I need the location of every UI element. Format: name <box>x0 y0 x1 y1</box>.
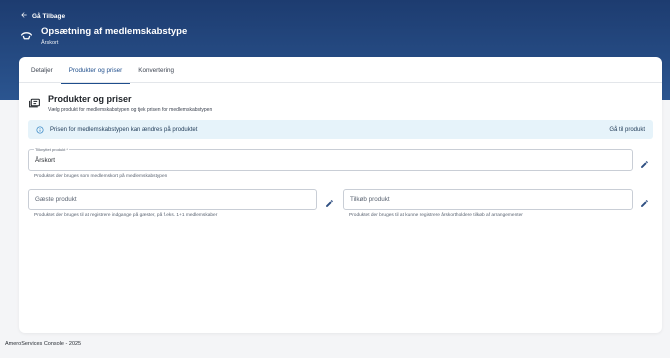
back-label: Gå Tilbage <box>32 12 66 20</box>
tab-bar: Detaljer Produkter og priser Konverterin… <box>19 57 662 84</box>
addon-product-help: Produktet der bruges til at kunne regist… <box>349 213 523 218</box>
section-subtitle: Vælg produkt for medlemskabstypen og tje… <box>48 107 213 113</box>
linked-product-value: Årskort <box>35 156 55 164</box>
products-stack-icon <box>28 94 41 114</box>
footer-text: AmeroServices Console - 2025 <box>5 341 82 347</box>
page-subtitle: Årskort <box>41 40 59 46</box>
page-title: Opsætning af medlemskabstype <box>41 26 188 37</box>
tab-details[interactable]: Detaljer <box>23 57 61 83</box>
content-card: Detaljer Produkter og priser Konverterin… <box>19 57 662 333</box>
info-icon <box>36 121 44 139</box>
pencil-icon <box>641 161 648 168</box>
guest-product-help: Produktet der bruges til at registrere i… <box>34 213 218 218</box>
tab-products-prices[interactable]: Produkter og priser <box>60 57 131 84</box>
info-banner: Prisen for medlemskabstypen kan ændres p… <box>28 120 653 139</box>
edit-guest-product-button[interactable] <box>325 195 334 207</box>
section-header: Produkter og priser Vælg produkt for med… <box>28 94 212 114</box>
pencil-icon <box>326 200 333 207</box>
back-button[interactable]: Gå Tilbage <box>20 11 65 21</box>
go-to-product-link[interactable]: Gå til produkt <box>609 127 645 133</box>
guest-product-select[interactable]: Gæste produkt <box>28 189 317 210</box>
edit-linked-product-button[interactable] <box>640 156 649 168</box>
addon-product-placeholder: Tilkøb produkt <box>350 196 390 203</box>
linked-product-label: Tilknyttet produkt * <box>34 147 69 152</box>
membership-card-icon <box>20 26 33 47</box>
guest-product-placeholder: Gæste produkt <box>35 196 77 203</box>
info-text: Prisen for medlemskabstypen kan ændres p… <box>50 126 198 133</box>
edit-addon-product-button[interactable] <box>640 195 649 207</box>
arrow-left-icon <box>20 11 28 21</box>
linked-product-select[interactable]: Tilknyttet produkt * Årskort <box>28 147 633 171</box>
section-title: Produkter og priser <box>48 94 132 104</box>
tab-conversion[interactable]: Konvertering <box>130 57 182 83</box>
linked-product-help: Produktet der bruges som medlemskort på … <box>34 174 168 179</box>
pencil-icon <box>641 200 648 207</box>
addon-product-select[interactable]: Tilkøb produkt <box>343 189 633 210</box>
